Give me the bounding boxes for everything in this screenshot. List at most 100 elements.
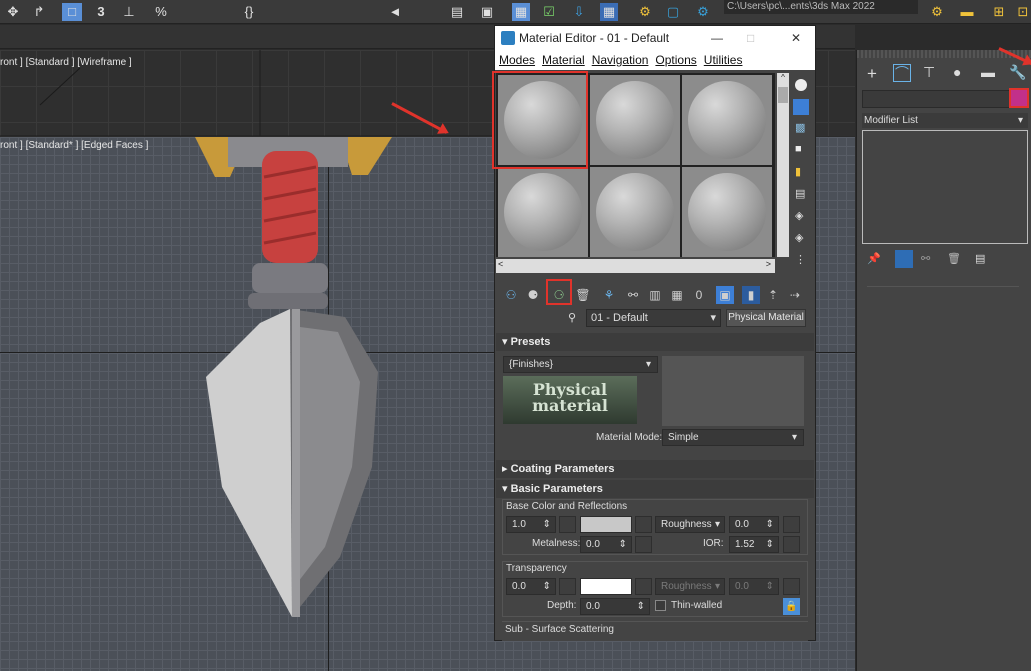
- remove-modifier-icon[interactable]: 🗑: [947, 252, 961, 265]
- show-end-result-icon[interactable]: ▮: [742, 286, 760, 304]
- render-icon[interactable]: ⚙: [636, 3, 654, 21]
- scroll-up-icon[interactable]: ^: [777, 73, 789, 85]
- coating-rollout-header[interactable]: ▸ Coating Parameters: [496, 460, 814, 478]
- transparency-weight-spinner[interactable]: 0.0 ⇕: [506, 578, 556, 595]
- base-color-map-button[interactable]: [635, 516, 652, 533]
- transparency-color-swatch[interactable]: [580, 578, 632, 595]
- put-to-library-icon[interactable]: ▥: [646, 286, 664, 304]
- object-color-swatch[interactable]: [1009, 88, 1029, 108]
- transparency-roughness-map-button[interactable]: [783, 578, 800, 595]
- material-slot-5[interactable]: [590, 167, 680, 257]
- ior-map-button[interactable]: [783, 536, 800, 553]
- material-navigator-icon[interactable]: ⋮: [795, 253, 806, 266]
- motion-icon[interactable]: ●: [953, 64, 961, 80]
- create-icon[interactable]: +: [867, 64, 877, 84]
- basic-rollout-header[interactable]: ▾ Basic Parameters: [496, 480, 814, 498]
- select-by-material-icon[interactable]: ◈: [795, 231, 803, 244]
- scroll-left-icon[interactable]: <: [498, 259, 503, 269]
- project-path[interactable]: C:\Users\pc\...ents\3ds Max 2022: [724, 0, 918, 14]
- copy-material-icon[interactable]: ⚘: [600, 286, 618, 304]
- close-icon[interactable]: ✕: [791, 26, 801, 50]
- menu-modes[interactable]: Modes: [499, 53, 535, 67]
- thin-walled-checkbox[interactable]: [655, 600, 666, 611]
- layer-manager-icon[interactable]: ▤: [448, 3, 466, 21]
- presets-dropdown[interactable]: {Finishes} ▾: [503, 356, 658, 373]
- transparency-roughness-spinner[interactable]: 0.0 ⇕: [729, 578, 779, 595]
- layer-icon[interactable]: ⊥: [120, 3, 138, 21]
- material-type-button[interactable]: Physical Material: [726, 309, 806, 327]
- roughness-map-button[interactable]: [783, 516, 800, 533]
- eyedropper-icon[interactable]: ⚲: [568, 311, 576, 324]
- reset-map-icon[interactable]: 🗑: [574, 286, 592, 304]
- base-weight-spinner[interactable]: 1.0 ⇕: [506, 516, 556, 533]
- modify-icon[interactable]: ⌒: [893, 64, 911, 82]
- extra-tool-icon[interactable]: ⊡: [1014, 3, 1031, 21]
- base-color-swatch[interactable]: [580, 516, 632, 533]
- pin-stack-icon[interactable]: 📌: [867, 252, 881, 265]
- scroll-thumb[interactable]: [778, 87, 788, 103]
- scroll-right-icon[interactable]: >: [766, 259, 771, 269]
- move-icon[interactable]: ✥: [4, 3, 22, 21]
- hierarchy-tool-icon[interactable]: ⊞: [990, 3, 1008, 21]
- material-id-icon[interactable]: ▦: [668, 286, 686, 304]
- menu-material[interactable]: Material: [542, 53, 585, 67]
- maximize-icon[interactable]: □: [747, 26, 754, 50]
- mirror-icon[interactable]: □: [62, 3, 82, 21]
- project-settings-icon[interactable]: ⚙: [928, 3, 946, 21]
- slots-horizontal-scrollbar[interactable]: < >: [496, 259, 775, 273]
- material-id-channel-icon[interactable]: 0: [690, 286, 708, 304]
- make-unique-icon[interactable]: ⚯: [921, 252, 930, 265]
- presets-rollout-header[interactable]: ▾ Presets: [496, 333, 814, 351]
- material-browser-icon[interactable]: ▦: [600, 3, 618, 21]
- material-slot-3[interactable]: [682, 75, 772, 165]
- depth-spinner[interactable]: 0.0 ⇕: [580, 598, 650, 615]
- render-frame-icon[interactable]: ⇩: [570, 3, 588, 21]
- ior-spinner[interactable]: 1.52 ⇕: [729, 536, 779, 553]
- show-end-result-icon[interactable]: [895, 250, 913, 268]
- hierarchy-icon[interactable]: ⊤: [923, 64, 935, 81]
- scene-explorer-icon[interactable]: ▣: [478, 3, 496, 21]
- material-name-field[interactable]: 01 - Default ▾: [586, 309, 721, 327]
- render-production-icon[interactable]: ⚙: [694, 3, 712, 21]
- metalness-map-button[interactable]: [635, 536, 652, 553]
- sample-type-icon[interactable]: [795, 79, 807, 91]
- make-preview-icon[interactable]: ▤: [795, 187, 805, 200]
- menu-options[interactable]: Options: [655, 53, 696, 67]
- configure-sets-icon[interactable]: ▤: [975, 252, 985, 265]
- display-icon[interactable]: ▬: [981, 64, 995, 80]
- backlight-icon[interactable]: [793, 99, 809, 115]
- folder-icon[interactable]: ▬: [958, 3, 976, 21]
- transparency-color-map-button[interactable]: [635, 578, 652, 595]
- menu-utilities[interactable]: Utilities: [704, 53, 743, 67]
- curve-editor-icon[interactable]: %: [152, 3, 170, 21]
- transparency-weight-map-button[interactable]: [559, 578, 576, 595]
- lock-icon[interactable]: 🔒: [783, 598, 800, 615]
- base-weight-map-button[interactable]: [559, 516, 576, 533]
- material-editor-icon[interactable]: ▦: [512, 3, 530, 21]
- minimize-icon[interactable]: —: [711, 26, 723, 50]
- modifier-list-dropdown[interactable]: Modifier List ▾: [862, 113, 1028, 128]
- background-icon[interactable]: ▩: [795, 121, 805, 134]
- show-shaded-material-icon[interactable]: ▣: [716, 286, 734, 304]
- object-name-field[interactable]: [862, 90, 1022, 108]
- quick-align-icon[interactable]: ◄: [386, 3, 404, 21]
- snap-icon[interactable]: ↱: [30, 3, 48, 21]
- transparency-roughness-dropdown[interactable]: Roughness ▾: [655, 578, 725, 595]
- roughness-spinner[interactable]: 0.0 ⇕: [729, 516, 779, 533]
- align-icon[interactable]: 3: [92, 3, 110, 21]
- render-setup-icon[interactable]: ☑: [540, 3, 558, 21]
- roughness-mode-dropdown[interactable]: Roughness ▾: [655, 516, 725, 533]
- material-mode-dropdown[interactable]: Simple ▾: [662, 429, 804, 446]
- get-material-icon[interactable]: ⚇: [502, 286, 520, 304]
- go-to-parent-icon[interactable]: ⇡: [764, 286, 782, 304]
- make-unique-icon[interactable]: ⚯: [624, 286, 642, 304]
- material-slot-6[interactable]: [682, 167, 772, 257]
- video-color-check-icon[interactable]: ▮: [795, 165, 801, 178]
- put-to-scene-icon[interactable]: ⚈: [524, 286, 542, 304]
- menu-navigation[interactable]: Navigation: [592, 53, 649, 67]
- options-icon[interactable]: ◈: [795, 209, 803, 222]
- slots-vertical-scrollbar[interactable]: ^: [777, 73, 789, 257]
- material-slot-2[interactable]: [590, 75, 680, 165]
- sample-uv-icon[interactable]: ■: [795, 143, 802, 155]
- render-view-icon[interactable]: ▢: [664, 3, 682, 21]
